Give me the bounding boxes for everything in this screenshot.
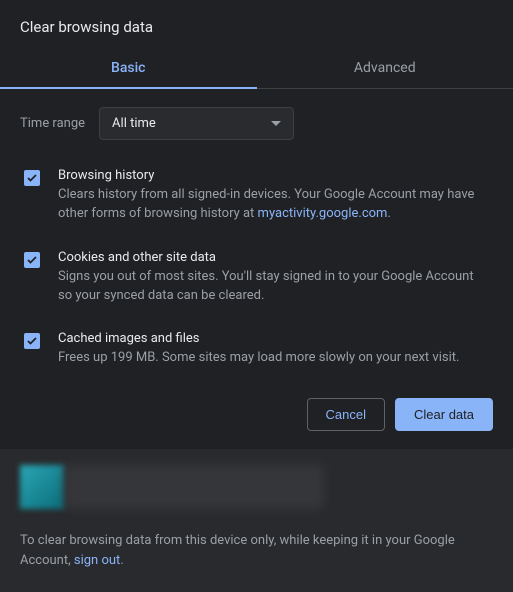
checkbox-cache[interactable]	[24, 333, 40, 349]
option-title: Cached images and files	[58, 331, 487, 346]
footer-text: To clear browsing data from this device …	[20, 531, 493, 570]
chevron-down-icon	[271, 121, 281, 126]
option-desc: Signs you out of most sites. You'll stay…	[58, 268, 487, 306]
myactivity-link[interactable]: myactivity.google.com	[258, 206, 388, 221]
account-row	[20, 465, 493, 509]
option-title: Browsing history	[58, 168, 487, 183]
dialog-actions: Cancel Clear data	[0, 382, 513, 449]
option-title: Cookies and other site data	[58, 250, 487, 265]
dialog-title: Clear browsing data	[0, 0, 513, 50]
check-icon	[26, 335, 38, 347]
clear-browsing-data-dialog: Clear browsing data Basic Advanced Time …	[0, 0, 513, 555]
avatar	[20, 465, 64, 509]
option-cookies: Cookies and other site data Signs you ou…	[20, 238, 493, 320]
tabs: Basic Advanced	[0, 50, 513, 89]
option-desc: Frees up 199 MB. Some sites may load mor…	[58, 349, 487, 368]
time-range-row: Time range All time	[0, 89, 513, 150]
time-range-label: Time range	[20, 116, 85, 131]
option-text: Browsing history Clears history from all…	[58, 168, 493, 224]
options-list: Browsing history Clears history from all…	[0, 150, 513, 382]
clear-data-button[interactable]: Clear data	[395, 398, 493, 431]
time-range-value: All time	[112, 116, 156, 131]
check-icon	[26, 172, 38, 184]
option-cache: Cached images and files Frees up 199 MB.…	[20, 319, 493, 382]
option-desc: Clears history from all signed-in device…	[58, 186, 487, 224]
tab-advanced[interactable]: Advanced	[257, 50, 513, 88]
checkbox-cookies[interactable]	[24, 252, 40, 268]
tab-basic[interactable]: Basic	[0, 50, 257, 88]
cancel-button[interactable]: Cancel	[307, 398, 385, 431]
checkbox-browsing-history[interactable]	[24, 170, 40, 186]
check-icon	[26, 254, 38, 266]
account-info-redacted	[64, 465, 324, 509]
option-text: Cached images and files Frees up 199 MB.…	[58, 331, 493, 368]
time-range-select[interactable]: All time	[99, 107, 294, 140]
option-text: Cookies and other site data Signs you ou…	[58, 250, 493, 306]
option-browsing-history: Browsing history Clears history from all…	[20, 156, 493, 238]
dialog-footer: To clear browsing data from this device …	[0, 449, 513, 592]
